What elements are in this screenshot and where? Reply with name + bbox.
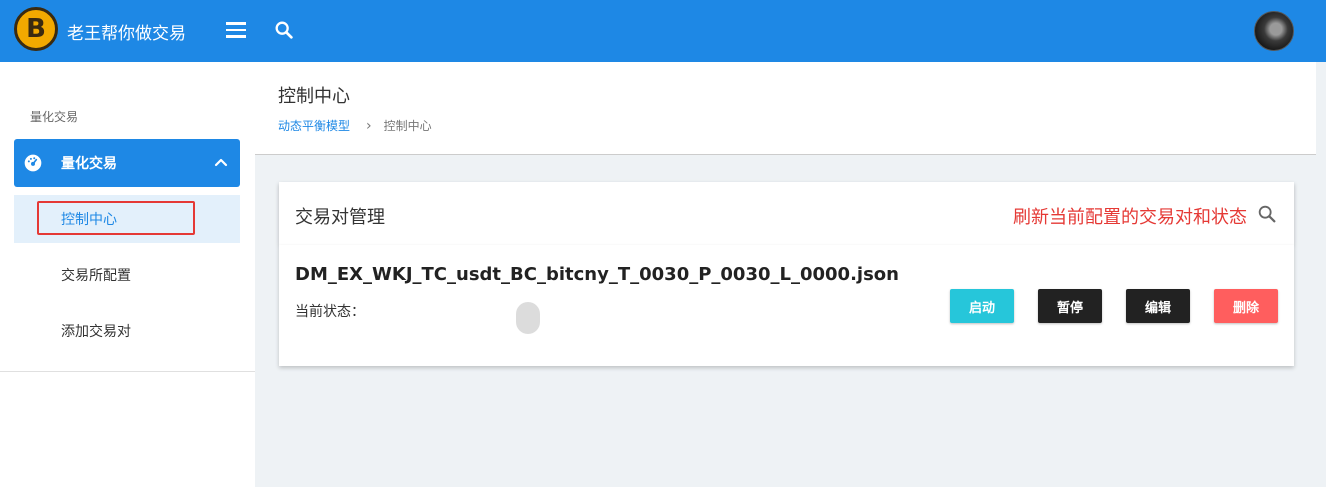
start-button[interactable]: 启动 [950,289,1014,323]
pause-button[interactable]: 暂停 [1038,289,1102,323]
chevron-up-icon [214,158,228,167]
top-app-bar: B 老王帮你做交易 [0,0,1326,62]
sidebar: 量化交易 量化交易 控制中心 交易所配置 添加交易对 [0,62,255,487]
app-title: 老王帮你做交易 [67,24,186,44]
breadcrumb-link-dynamic-balance[interactable]: 动态平衡模型 [278,117,350,134]
pair-list-item: DM_EX_WKJ_TC_usdt_BC_bitcny_T_0030_P_003… [279,245,1294,366]
bitcoin-logo-icon[interactable]: B [14,7,58,51]
refresh-hint-text: 刷新当前配置的交易对和状态 [1013,207,1247,228]
pair-management-card-header: 交易对管理 刷新当前配置的交易对和状态 [279,182,1294,245]
sidebar-divider [0,371,255,372]
sidebar-group-quant-trading[interactable]: 量化交易 [14,139,240,187]
logo-letter: B [26,14,46,44]
user-avatar[interactable] [1254,11,1294,51]
trading-pair-name: DM_EX_WKJ_TC_usdt_BC_bitcny_T_0030_P_003… [295,264,899,285]
breadcrumb: 动态平衡模型 › 控制中心 [278,117,432,134]
red-highlight-annotation [37,201,195,235]
page-header: 控制中心 动态平衡模型 › 控制中心 [255,62,1316,155]
status-indicator [516,302,540,334]
card-title: 交易对管理 [295,207,385,228]
current-status-label: 当前状态： [295,304,365,320]
sidebar-item-label: 添加交易对 [61,324,131,340]
refresh-search-icon[interactable] [1256,203,1278,225]
sidebar-section-label: 量化交易 [30,110,79,124]
sidebar-item-add-pair[interactable]: 添加交易对 [14,307,240,355]
hamburger-menu-icon[interactable] [226,22,246,38]
delete-button[interactable]: 删除 [1214,289,1278,323]
edit-button[interactable]: 编辑 [1126,289,1190,323]
sidebar-group-label: 量化交易 [61,156,117,172]
breadcrumb-current: 控制中心 [383,119,432,133]
breadcrumb-separator: › [366,117,372,134]
page-title: 控制中心 [278,86,350,107]
sidebar-item-label: 交易所配置 [61,268,131,284]
search-icon[interactable] [273,19,297,43]
dashboard-gauge-icon [24,154,42,172]
sidebar-item-exchange-config[interactable]: 交易所配置 [14,251,240,299]
